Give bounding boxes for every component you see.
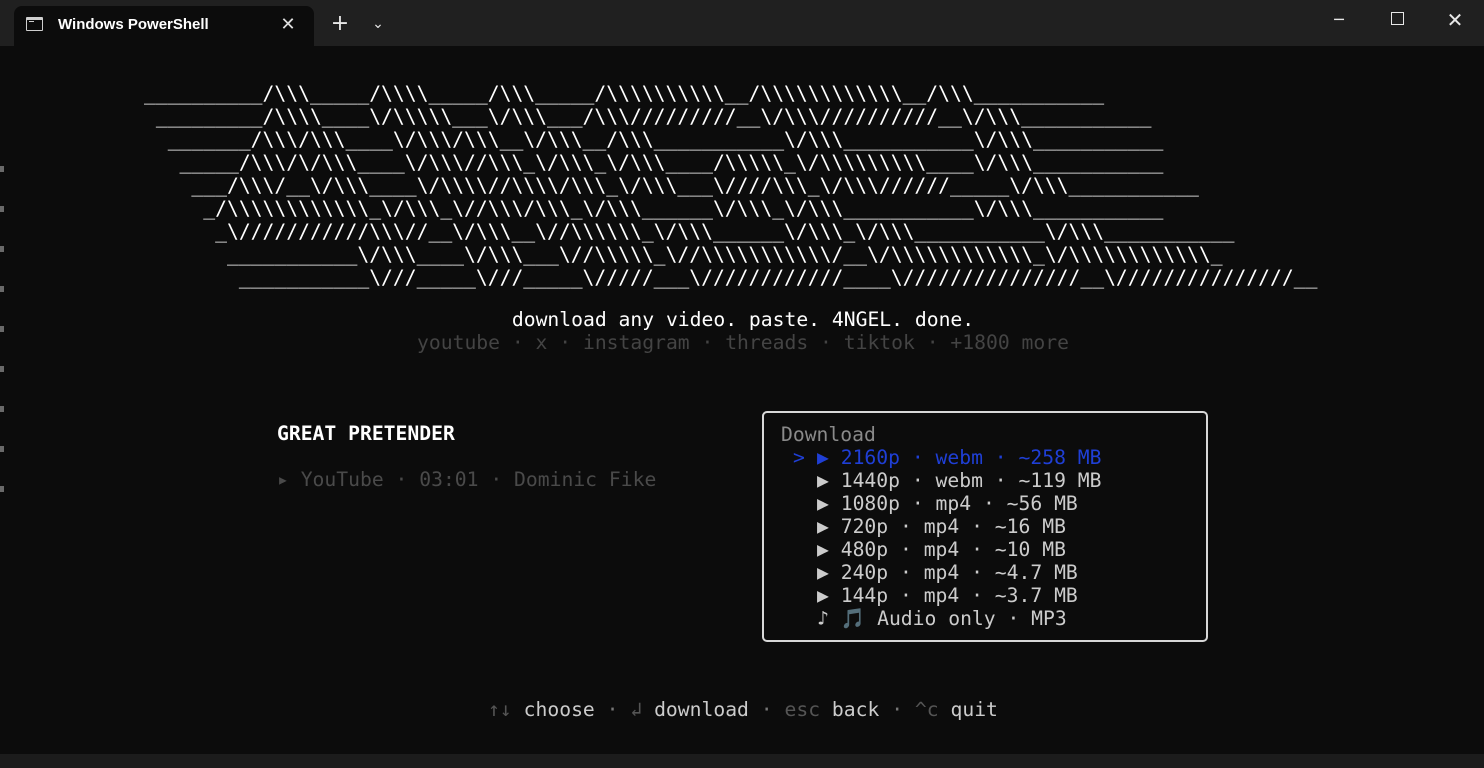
banner-line: _________/\\\\____\/\\\\\___\/\\\___/\\\…	[144, 105, 1152, 128]
powershell-icon	[26, 17, 43, 31]
audio-icon: 🎵	[840, 607, 866, 630]
play-icon: ▶	[817, 584, 829, 607]
download-panel: Download > ▶ 2160p · webm · ~258 MB ▶ 1440…	[762, 411, 1208, 642]
download-option-label: 144p · mp4 · ~3.7 MB	[840, 584, 1078, 607]
play-icon: ▶	[817, 492, 829, 515]
back-hint: back	[831, 698, 880, 721]
play-icon: ▶	[817, 469, 829, 492]
download-option[interactable]: > ▶ 2160p · webm · ~258 MB	[793, 446, 1101, 469]
banner-line: _____/\\\/\/\\\____\/\\\//\\\_\/\\\_\/\\…	[144, 151, 1164, 174]
download-option-label: 480p · mp4 · ~10 MB	[840, 538, 1066, 561]
keybinding-footer: ↑↓ choose · ↲ download · esc back · ^c q…	[4, 698, 1482, 721]
play-icon: ▶	[817, 561, 829, 584]
play-icon: ▶	[817, 538, 829, 561]
banner-line: ___/\\\/__\/\\\____\/\\\\//\\\\/\\\_\/\\…	[144, 174, 1199, 197]
separator: ·	[760, 698, 773, 721]
video-title: GREAT PRETENDER	[277, 422, 455, 445]
banner-line: ___________\/\\\____\/\\\___\//\\\\\_\//…	[144, 243, 1223, 266]
terminal-area[interactable]: __________/\\\_____/\\\\_____/\\\_____/\…	[4, 46, 1482, 754]
banner-line: ___________\///_____\///_____\/////___\/…	[144, 266, 1318, 289]
new-tab-button[interactable]: +	[326, 10, 354, 38]
download-option-label: 1440p · webm · ~119 MB	[840, 469, 1102, 492]
separator: ·	[606, 698, 619, 721]
download-option[interactable]: ▶ 720p · mp4 · ~16 MB	[793, 515, 1066, 538]
tab-windows-powershell[interactable]: Windows PowerShell ✕	[14, 6, 314, 46]
banner-line: _/\\\\\\\\\\\\_\/\\\_\//\\\/\\\_\/\\\___…	[144, 197, 1164, 220]
chevron-down-icon[interactable]: ⌄	[364, 10, 392, 38]
play-icon: ▶	[817, 515, 829, 538]
ascii-banner: __________/\\\_____/\\\\_____/\\\_____/\…	[144, 82, 1317, 289]
close-tab-icon[interactable]: ✕	[278, 12, 298, 36]
download-option-label: 1080p · mp4 · ~56 MB	[840, 492, 1078, 515]
download-option[interactable]: ▶ 240p · mp4 · ~4.7 MB	[793, 561, 1078, 584]
esc-key: esc	[784, 698, 821, 721]
download-option[interactable]: ▶ 480p · mp4 · ~10 MB	[793, 538, 1066, 561]
maximize-button[interactable]	[1368, 0, 1426, 40]
download-option[interactable]: ▶ 1080p · mp4 · ~56 MB	[793, 492, 1078, 515]
desktop-strip	[0, 754, 1484, 768]
arrow-keys-icon: ↑↓	[488, 698, 512, 721]
minimize-button[interactable]: ─	[1310, 0, 1368, 40]
play-icon: ▶	[817, 446, 829, 469]
video-meta: ▸ YouTube · 03:01 · Dominic Fike	[277, 468, 657, 491]
ctrl-c-key: ^c	[914, 698, 939, 721]
quit-hint: quit	[950, 698, 998, 721]
title-bar: Windows PowerShell ✕ + ⌄ ─ ✕	[0, 0, 1484, 46]
tagline: download any video. paste. 4NGEL. done.	[511, 308, 975, 331]
music-note-icon: ♪	[817, 607, 829, 630]
download-option[interactable]: ▶ 144p · mp4 · ~3.7 MB	[793, 584, 1078, 607]
download-option[interactable]: ♪ 🎵 Audio only · MP3	[793, 607, 1067, 630]
download-option-label: Audio only · MP3	[877, 607, 1067, 630]
download-option-label: 240p · mp4 · ~4.7 MB	[840, 561, 1078, 584]
panel-title: Download	[781, 423, 876, 446]
banner-line: __________/\\\_____/\\\\_____/\\\_____/\…	[144, 82, 1105, 105]
download-hint: download	[654, 698, 749, 721]
maximize-icon	[1390, 12, 1404, 25]
choose-hint: choose	[523, 698, 595, 721]
close-window-button[interactable]: ✕	[1426, 0, 1484, 40]
download-option[interactable]: ▶ 1440p · webm · ~119 MB	[793, 469, 1101, 492]
download-option-label: 2160p · webm · ~258 MB	[840, 446, 1102, 469]
terminal-window: Windows PowerShell ✕ + ⌄ ─ ✕ __________/…	[0, 0, 1484, 768]
selection-cursor: >	[793, 446, 805, 469]
supported-sites: youtube · x · instagram · threads · tikt…	[417, 331, 1069, 354]
tab-title: Windows PowerShell	[58, 16, 209, 33]
separator: ·	[891, 698, 904, 721]
enter-key-icon: ↲	[630, 698, 643, 721]
banner-line: _______/\\\/\\\____\/\\\/\\\__\/\\\__/\\…	[144, 128, 1164, 151]
download-option-label: 720p · mp4 · ~16 MB	[840, 515, 1066, 538]
banner-line: _\///////////\\\//__\/\\\__\//\\\\\\_\/\…	[144, 220, 1235, 243]
